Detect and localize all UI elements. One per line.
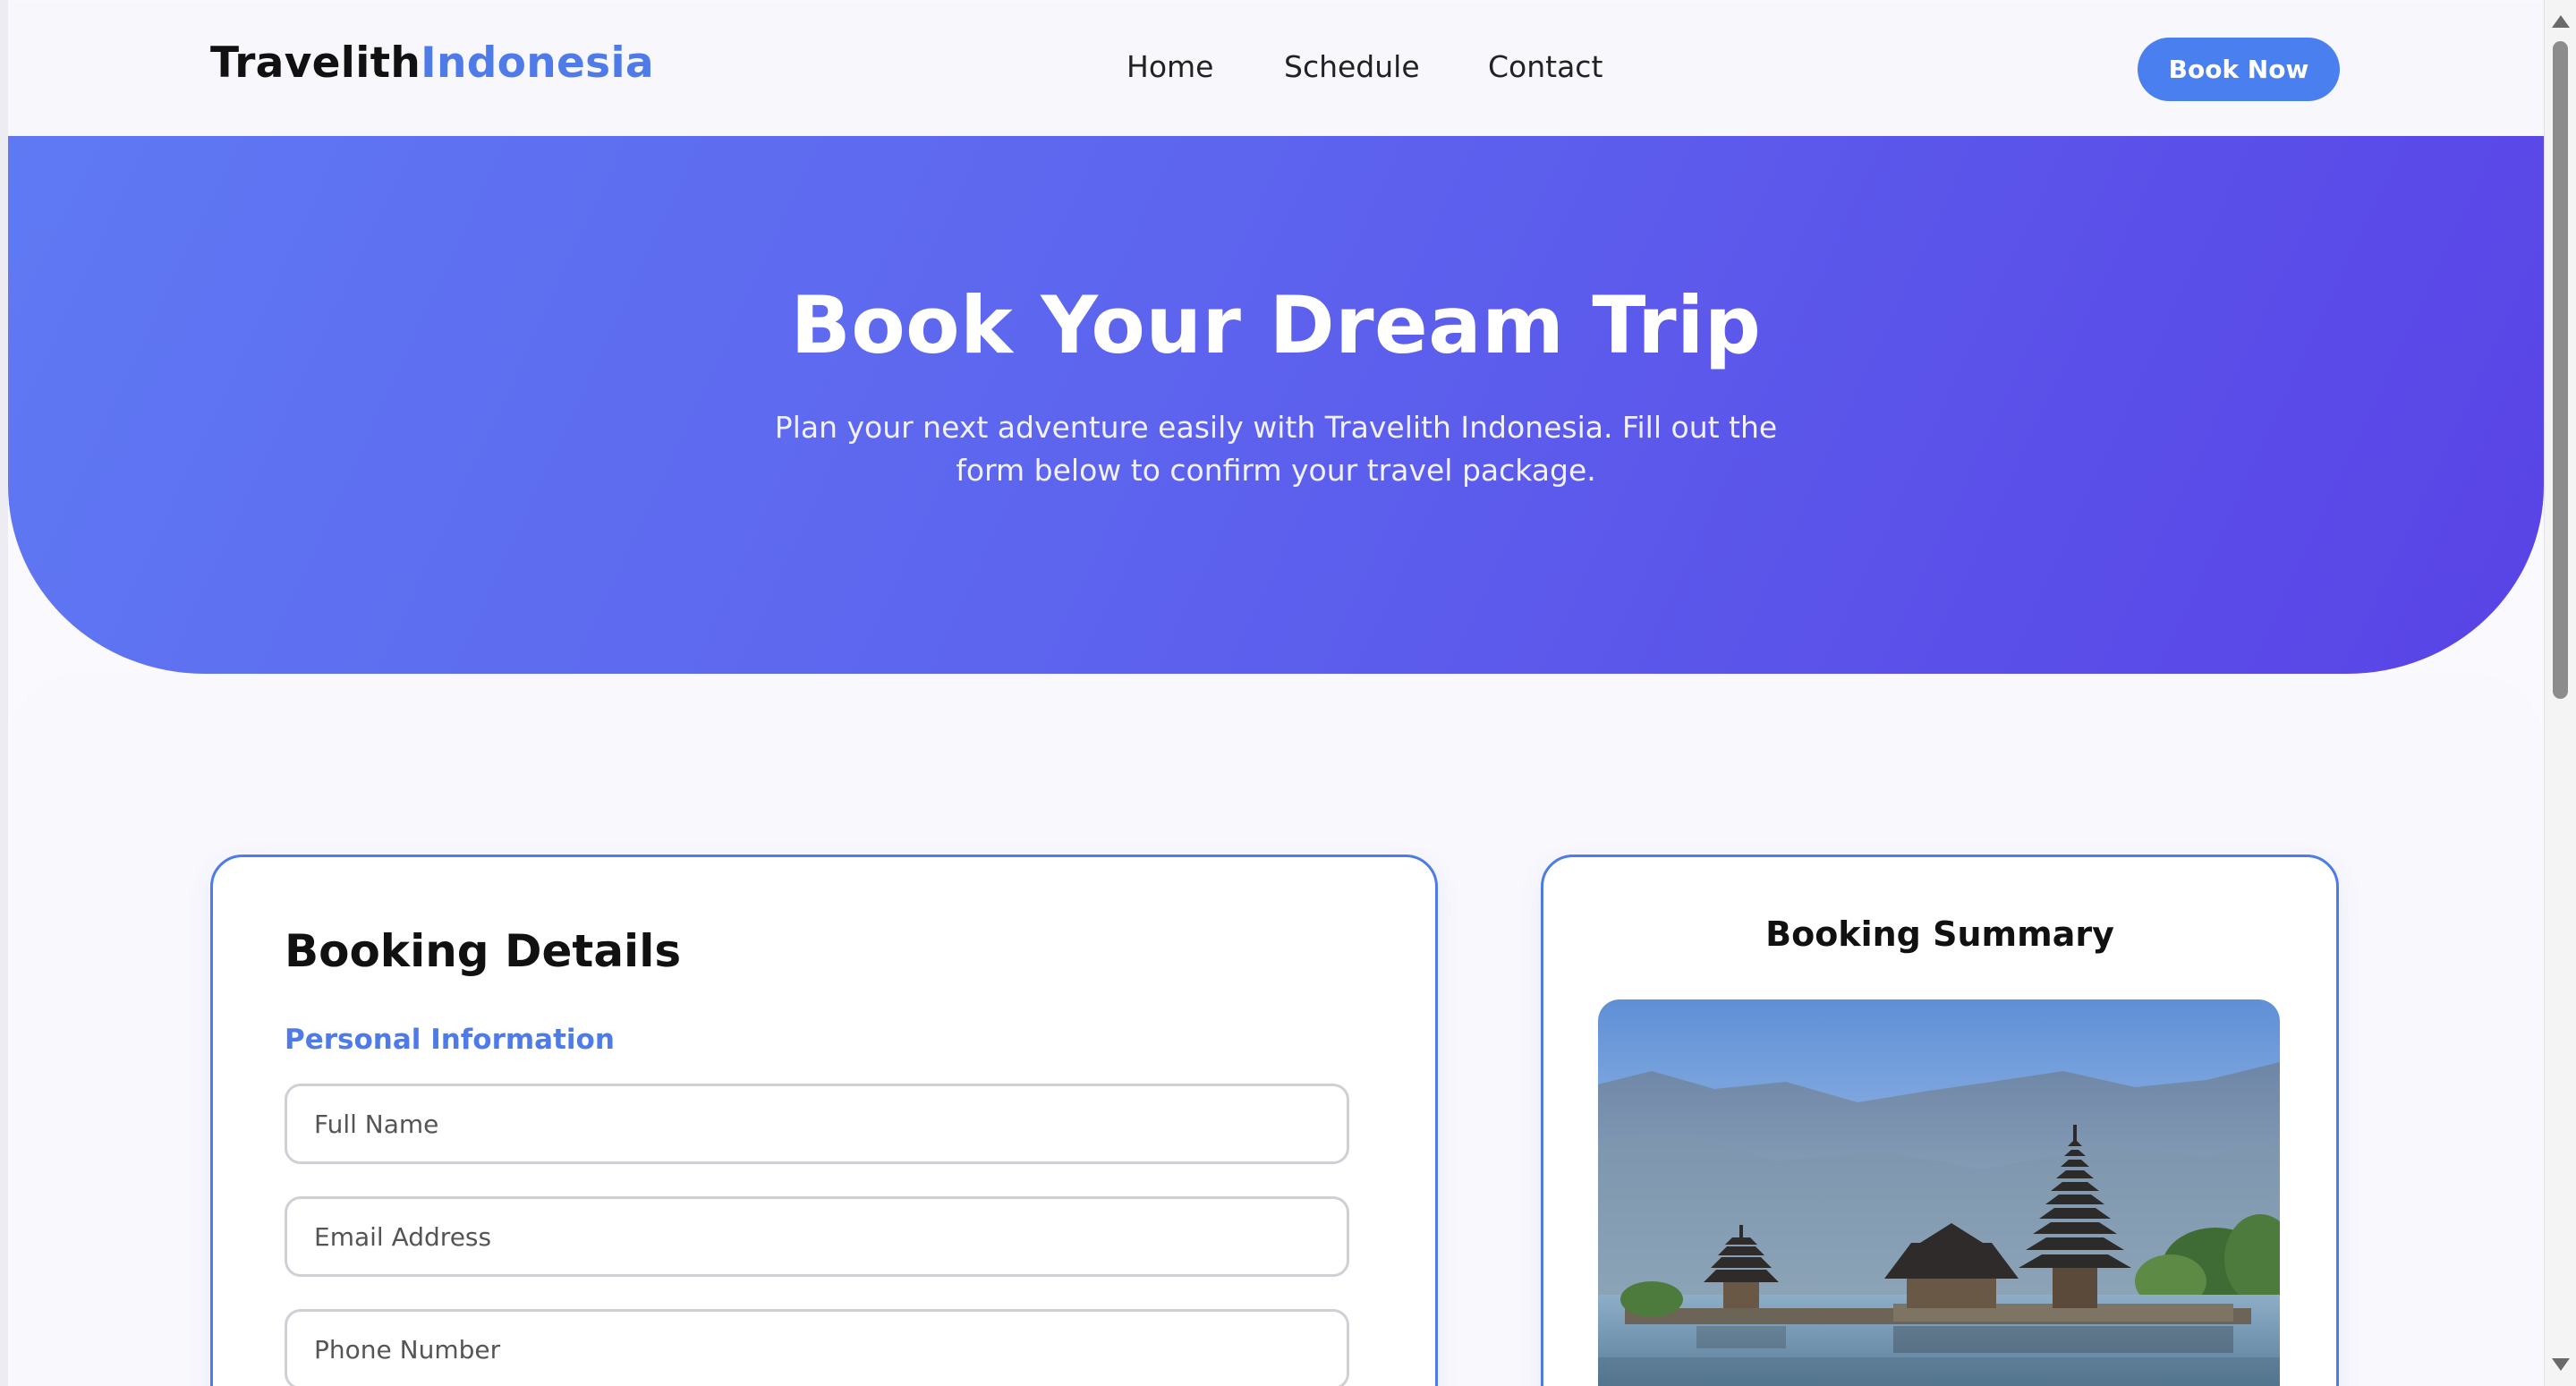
phone-number-input[interactable] (285, 1309, 1349, 1386)
nav-link-schedule[interactable]: Schedule (1284, 49, 1420, 84)
page: TravelithIndonesia Home Schedule Contact… (8, 3, 2544, 1386)
booking-details-card: Booking Details Personal Information (210, 855, 1438, 1386)
chevron-up-icon[interactable] (2552, 15, 2570, 28)
chevron-down-icon[interactable] (2552, 1358, 2570, 1371)
temple-lake-illustration (1598, 999, 2280, 1386)
hero-title: Book Your Dream Trip (790, 279, 1762, 371)
booking-details-title: Booking Details (285, 925, 682, 977)
hero-subtitle: Plan your next adventure easily with Tra… (774, 410, 1778, 488)
full-name-input[interactable] (285, 1084, 1349, 1164)
destination-image (1598, 999, 2280, 1386)
nav-link-home[interactable]: Home (1126, 49, 1213, 84)
booking-summary-card: Booking Summary (1541, 855, 2339, 1386)
vertical-scrollbar[interactable] (2544, 0, 2576, 1386)
hero-banner: Book Your Dream Trip Plan your next adve… (8, 136, 2544, 674)
scrollbar-thumb[interactable] (2553, 41, 2568, 699)
browser-viewport: TravelithIndonesia Home Schedule Contact… (0, 0, 2576, 1386)
nav-link-contact[interactable]: Contact (1488, 49, 1603, 84)
window-edge (0, 0, 8, 1386)
personal-information-label: Personal Information (285, 1024, 615, 1056)
email-address-input[interactable] (285, 1196, 1349, 1277)
navbar: TravelithIndonesia Home Schedule Contact… (8, 3, 2544, 136)
book-now-button[interactable]: Book Now (2138, 38, 2340, 101)
booking-summary-title: Booking Summary (1765, 914, 2114, 954)
